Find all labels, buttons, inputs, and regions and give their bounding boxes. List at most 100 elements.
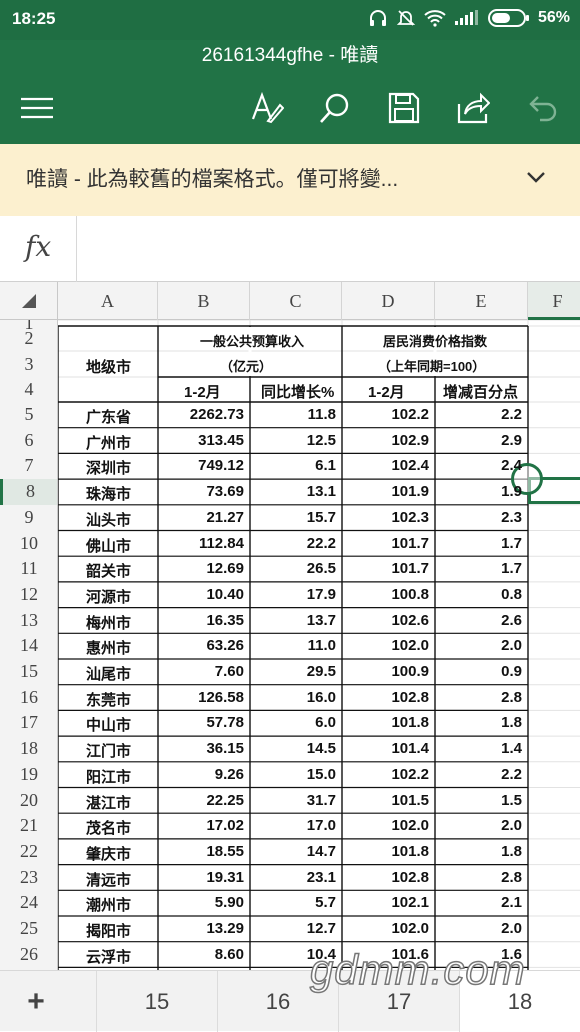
value-cell[interactable]: 63.26 <box>206 637 244 654</box>
region-cell[interactable]: 梅州市 <box>86 612 131 633</box>
region-cell[interactable]: 深圳市 <box>86 457 131 478</box>
value-cell[interactable]: 101.9 <box>391 483 429 500</box>
header-cpi-group[interactable]: 居民消费价格指数 <box>383 331 487 350</box>
value-cell[interactable]: 2.2 <box>501 406 522 423</box>
value-cell[interactable]: 0.9 <box>501 663 522 680</box>
fx-icon[interactable]: fx <box>25 230 51 263</box>
row-header-18[interactable]: 18 <box>0 736 57 762</box>
value-cell[interactable]: 7.60 <box>215 663 244 680</box>
value-cell[interactable]: 102.1 <box>391 894 429 911</box>
value-cell[interactable]: 2.0 <box>501 817 522 834</box>
region-cell[interactable]: 茂名市 <box>86 817 131 838</box>
value-cell[interactable]: 11.0 <box>308 637 336 654</box>
region-cell[interactable]: 广东省 <box>86 406 131 427</box>
value-cell[interactable]: 11.8 <box>308 406 336 423</box>
subheader-budget-growth[interactable]: 同比增长% <box>261 381 334 402</box>
region-cell[interactable]: 揭阳市 <box>86 920 131 941</box>
value-cell[interactable]: 6.1 <box>315 457 336 474</box>
row-header-24[interactable]: 24 <box>0 890 57 916</box>
value-cell[interactable]: 8.60 <box>215 946 244 963</box>
value-cell[interactable]: 29.5 <box>307 663 336 680</box>
value-cell[interactable]: 112.84 <box>199 535 244 552</box>
row-header-3[interactable]: 3 <box>0 351 57 377</box>
value-cell[interactable]: 19.31 <box>206 869 244 886</box>
value-cell[interactable]: 10.40 <box>206 586 244 603</box>
header-budget-unit[interactable]: （亿元） <box>220 356 272 375</box>
row-header-15[interactable]: 15 <box>0 659 57 685</box>
region-cell[interactable]: 清远市 <box>86 869 131 890</box>
region-cell[interactable]: 云浮市 <box>86 946 131 967</box>
region-cell[interactable]: 湛江市 <box>86 792 131 813</box>
value-cell[interactable]: 101.7 <box>391 535 429 552</box>
region-cell[interactable]: 潮州市 <box>86 894 131 915</box>
value-cell[interactable]: 73.69 <box>206 483 244 500</box>
value-cell[interactable]: 15.0 <box>307 766 336 783</box>
value-cell[interactable]: 102.2 <box>391 406 429 423</box>
value-cell[interactable]: 23.1 <box>307 869 336 886</box>
value-cell[interactable]: 1.4 <box>501 740 522 757</box>
row-header-8[interactable]: 8 <box>0 479 57 505</box>
value-cell[interactable]: 102.9 <box>391 432 429 449</box>
value-cell[interactable]: 57.78 <box>206 714 244 731</box>
value-cell[interactable]: 5.7 <box>315 894 336 911</box>
header-budget-group[interactable]: 一般公共预算收入 <box>200 331 304 350</box>
row-header-17[interactable]: 17 <box>0 710 57 736</box>
row-header-21[interactable]: 21 <box>0 813 57 839</box>
row-header-16[interactable]: 16 <box>0 685 57 711</box>
value-cell[interactable]: 102.6 <box>391 612 429 629</box>
value-cell[interactable]: 36.15 <box>206 740 244 757</box>
value-cell[interactable]: 6.0 <box>315 714 336 731</box>
value-cell[interactable]: 13.29 <box>206 920 244 937</box>
value-cell[interactable]: 2.4 <box>501 457 522 474</box>
value-cell[interactable]: 1.5 <box>501 792 522 809</box>
value-cell[interactable]: 2.8 <box>501 869 522 886</box>
value-cell[interactable]: 0.8 <box>501 586 522 603</box>
value-cell[interactable]: 1.7 <box>501 535 522 552</box>
value-cell[interactable]: 2.2 <box>501 766 522 783</box>
value-cell[interactable]: 2.6 <box>501 612 522 629</box>
menu-icon[interactable] <box>17 88 57 128</box>
region-cell[interactable]: 河源市 <box>86 586 131 607</box>
row-header-7[interactable]: 7 <box>0 453 57 479</box>
value-cell[interactable]: 9.26 <box>215 766 244 783</box>
column-header-f[interactable]: F <box>528 282 580 320</box>
value-cell[interactable]: 2.0 <box>501 920 522 937</box>
select-all-corner[interactable] <box>0 282 58 320</box>
header-region[interactable]: 地级市 <box>86 356 131 377</box>
chevron-down-icon[interactable] <box>526 170 546 184</box>
value-cell[interactable]: 2.3 <box>501 509 522 526</box>
row-header-13[interactable]: 13 <box>0 608 57 634</box>
column-header-b[interactable]: B <box>158 282 250 320</box>
region-cell[interactable]: 广州市 <box>86 432 131 453</box>
value-cell[interactable]: 101.7 <box>391 560 429 577</box>
value-cell[interactable]: 2.1 <box>501 894 522 911</box>
row-header-19[interactable]: 19 <box>0 762 57 788</box>
value-cell[interactable]: 1.8 <box>501 714 522 731</box>
value-cell[interactable]: 102.2 <box>391 766 429 783</box>
column-header-d[interactable]: D <box>342 282 435 320</box>
value-cell[interactable]: 102.8 <box>391 869 429 886</box>
region-cell[interactable]: 肇庆市 <box>86 843 131 864</box>
value-cell[interactable]: 2.8 <box>501 689 522 706</box>
row-header-4[interactable]: 4 <box>0 377 57 402</box>
column-header-a[interactable]: A <box>58 282 158 320</box>
value-cell[interactable]: 14.5 <box>307 740 336 757</box>
save-icon[interactable] <box>384 88 424 128</box>
region-cell[interactable]: 东莞市 <box>86 689 131 710</box>
value-cell[interactable]: 101.4 <box>391 740 429 757</box>
value-cell[interactable]: 100.8 <box>391 586 429 603</box>
row-header-10[interactable]: 10 <box>0 531 57 557</box>
value-cell[interactable]: 17.02 <box>206 817 244 834</box>
region-cell[interactable]: 珠海市 <box>86 483 131 504</box>
region-cell[interactable]: 惠州市 <box>86 637 131 658</box>
value-cell[interactable]: 26.5 <box>307 560 336 577</box>
row-header-20[interactable]: 20 <box>0 788 57 814</box>
value-cell[interactable]: 1.9 <box>501 483 522 500</box>
value-cell[interactable]: 101.5 <box>391 792 429 809</box>
region-cell[interactable]: 韶关市 <box>86 560 131 581</box>
region-cell[interactable]: 江门市 <box>86 740 131 761</box>
share-icon[interactable] <box>453 88 493 128</box>
row-header-12[interactable]: 12 <box>0 582 57 608</box>
value-cell[interactable]: 16.35 <box>206 612 244 629</box>
row-header-2[interactable]: 2 <box>0 326 57 351</box>
